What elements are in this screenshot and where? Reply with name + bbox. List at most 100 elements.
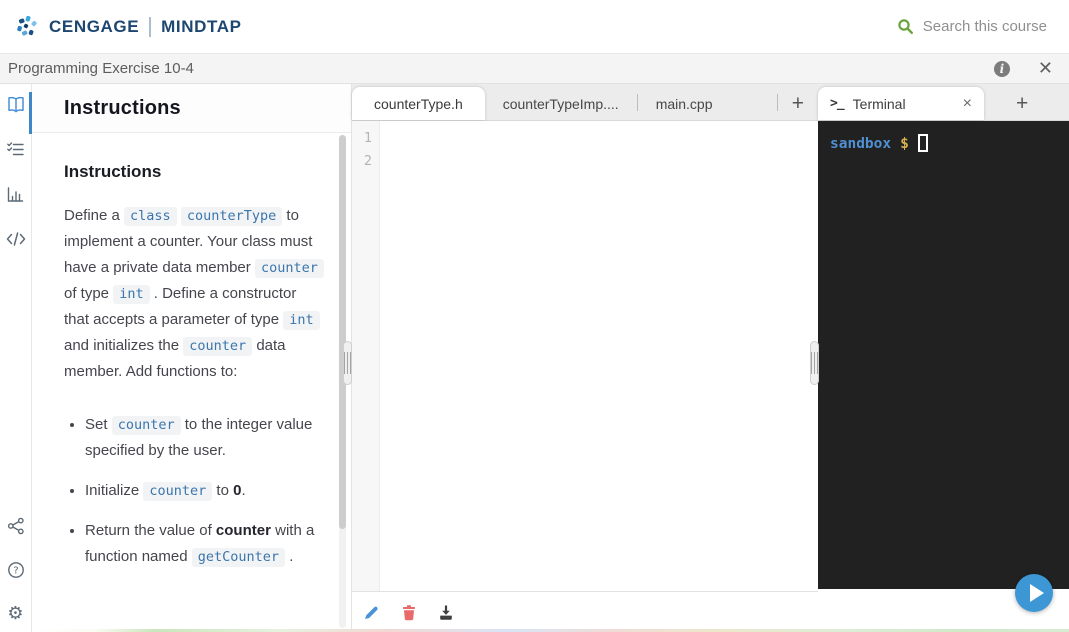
text-run: Return the value of — [85, 522, 216, 539]
terminal-tabbar: >_ Terminal × + — [818, 84, 1069, 121]
terminal-prompt-icon: >_ — [830, 96, 845, 111]
inline-code: counter — [254, 259, 324, 278]
text-run: to — [212, 482, 234, 499]
plus-icon: + — [1016, 91, 1029, 115]
editor-toolbar — [352, 591, 818, 632]
settings-button[interactable]: ⚙ — [7, 605, 23, 623]
edit-button[interactable] — [363, 604, 380, 621]
bullet-item: Initialize counter to 0. — [85, 478, 325, 504]
text-run: Define a — [64, 207, 125, 224]
tab-counterType-h[interactable]: counterType.h — [352, 87, 485, 120]
inline-code: int — [113, 285, 150, 304]
info-icon[interactable]: i — [993, 60, 1010, 77]
trash-icon — [402, 604, 415, 620]
inline-code: counter — [183, 337, 253, 356]
sidebar-item-code[interactable] — [6, 230, 26, 248]
bullet-item: Set counter to the integer value specifi… — [85, 412, 325, 464]
instructions-panel: Instructions Instructions Define a class… — [32, 84, 352, 632]
sidebar-item-progress[interactable] — [6, 185, 25, 204]
inline-code: int — [283, 311, 320, 330]
line-number-gutter: 1 2 — [352, 121, 380, 591]
code-icon — [6, 232, 25, 246]
text-run: of type — [64, 285, 114, 302]
help-icon: ? — [7, 562, 24, 578]
delete-button[interactable] — [400, 604, 417, 621]
top-brand-bar: CENGAGE MINDTAP Search this course — [0, 0, 1069, 54]
editor-tabbar: counterType.h counterTypeImp.... main.cp… — [352, 84, 818, 121]
bullet-item: Return the value of counter with a funct… — [85, 518, 325, 570]
brand-divider — [149, 16, 152, 37]
editor-panel: counterType.h counterTypeImp.... main.cp… — [352, 84, 818, 632]
course-search[interactable]: Search this course — [897, 18, 1047, 35]
exercise-title: Programming Exercise 10-4 — [8, 60, 194, 77]
instructions-intro: Define a class counterType to implement … — [64, 203, 325, 385]
tab-terminal[interactable]: >_ Terminal × — [818, 87, 984, 120]
inline-code: counter — [143, 482, 213, 501]
tab-counterTypeImp[interactable]: counterTypeImp.... — [485, 87, 637, 120]
sidebar-item-checklist[interactable] — [6, 140, 25, 159]
run-button[interactable] — [1015, 574, 1053, 612]
terminal-tab-close-icon[interactable]: × — [963, 95, 972, 112]
brand-primary: CENGAGE — [49, 16, 140, 36]
plus-icon: + — [791, 91, 804, 115]
rail-bottom-group: ? ⚙ — [7, 517, 25, 623]
titlebar-actions: i ✕ — [993, 59, 1053, 78]
terminal-tab-label: Terminal — [852, 95, 906, 112]
exercise-titlebar: Programming Exercise 10-4 i ✕ — [0, 54, 1069, 84]
tab-label: counterTypeImp.... — [502, 95, 619, 112]
main-area: ? ⚙ Instructions Instructions Define a c… — [0, 84, 1069, 632]
terminal-cursor — [917, 134, 928, 152]
search-icon — [898, 19, 913, 35]
tab-label: counterType.h — [374, 95, 463, 112]
panel-resize-handle-left[interactable] — [343, 341, 352, 385]
play-icon — [1029, 584, 1044, 602]
tab-main-cpp[interactable]: main.cpp — [638, 87, 731, 120]
bold-text: counter — [215, 522, 271, 539]
left-icon-rail: ? ⚙ — [0, 84, 32, 632]
share-button[interactable] — [7, 517, 25, 535]
pencil-icon — [365, 606, 378, 619]
inline-code: getCounter — [191, 548, 286, 567]
tab-label: main.cpp — [655, 95, 713, 112]
code-editing-area[interactable] — [380, 121, 818, 591]
book-icon — [7, 96, 24, 113]
sidebar-item-instructions[interactable] — [6, 95, 26, 114]
instructions-panel-header: Instructions — [32, 84, 351, 133]
panel-resize-handle-right[interactable] — [810, 341, 819, 385]
add-file-tab-button[interactable]: + — [778, 87, 818, 120]
mindtap-app: CENGAGE MINDTAP Search this course Progr… — [0, 0, 1069, 632]
terminal-body[interactable]: sandbox $ — [818, 121, 1069, 589]
cengage-logo-icon — [17, 15, 37, 36]
close-icon[interactable]: ✕ — [1038, 59, 1053, 78]
help-button[interactable]: ? — [7, 561, 25, 579]
text-run: . — [285, 548, 294, 565]
checklist-icon — [7, 142, 24, 156]
share-icon — [7, 517, 24, 535]
text-run: Set — [85, 416, 112, 433]
inline-code: counter — [111, 416, 181, 435]
instructions-heading: Instructions — [64, 162, 162, 181]
line-number: 1 — [363, 130, 372, 146]
instructions-scrollbar-thumb[interactable] — [339, 135, 346, 530]
download-icon — [439, 605, 452, 620]
add-terminal-tab-button[interactable]: + — [1002, 87, 1042, 120]
search-label: Search this course — [922, 18, 1047, 35]
instructions-content: Instructions Define a class counterType … — [32, 133, 351, 632]
terminal-prompt-user: sandbox — [830, 136, 892, 152]
text-run: Initialize — [85, 482, 144, 499]
editor-body: 1 2 — [352, 121, 818, 591]
inline-code: counterType — [180, 207, 283, 226]
inline-code: class — [124, 207, 177, 226]
bar-chart-icon — [7, 187, 24, 202]
text-run: . — [241, 482, 246, 499]
instructions-panel-title: Instructions — [64, 96, 181, 119]
active-rail-indicator — [29, 92, 32, 134]
download-button[interactable] — [437, 604, 454, 621]
gear-icon: ⚙ — [7, 603, 24, 624]
instructions-bullet-list: Set counter to the integer value specifi… — [64, 412, 325, 570]
terminal-panel: >_ Terminal × + sandbox $ — [818, 84, 1069, 632]
text-run: and initializes the — [64, 337, 184, 354]
brand-text: CENGAGE MINDTAP — [49, 16, 242, 37]
terminal-prompt-symbol: $ — [900, 136, 909, 152]
brand: CENGAGE MINDTAP — [16, 15, 242, 39]
